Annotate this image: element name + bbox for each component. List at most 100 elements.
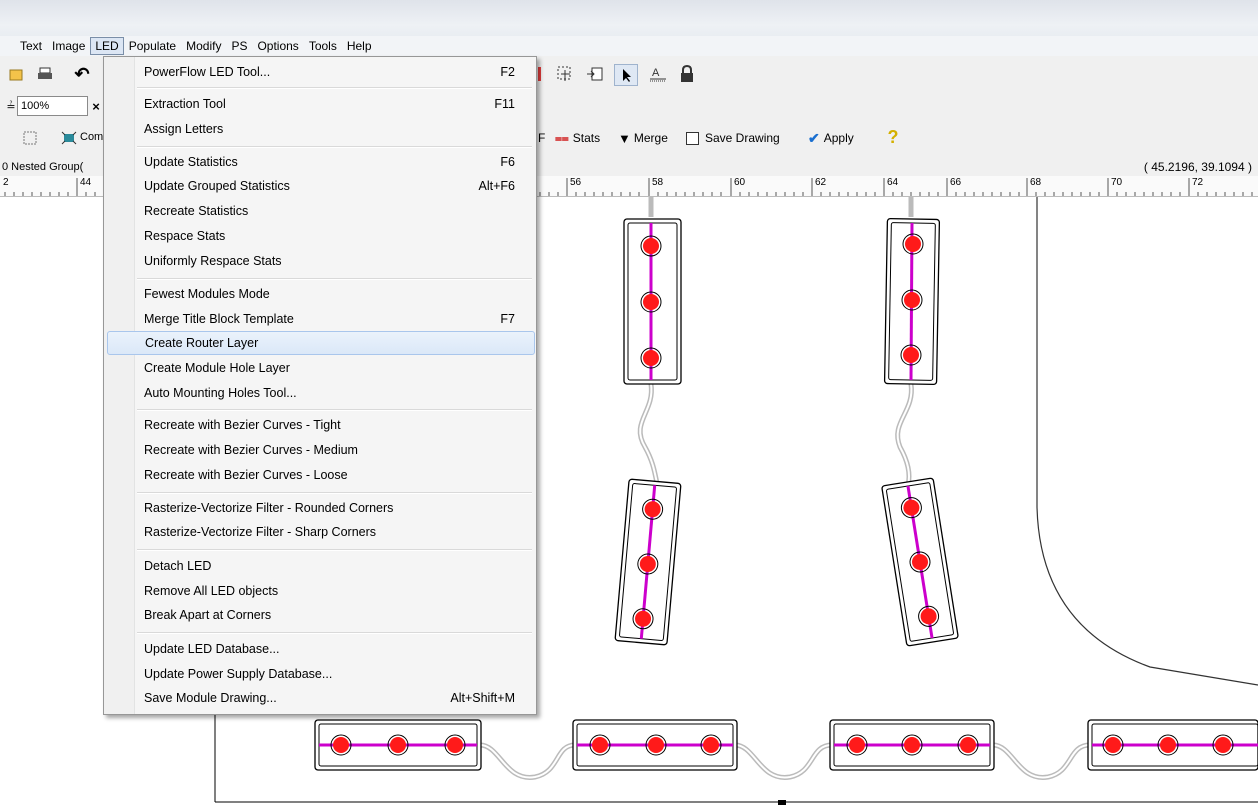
led-module xyxy=(1087,719,1258,771)
wire-connector xyxy=(992,742,1091,780)
ruler-label: 44 xyxy=(80,177,92,188)
menu-item-update-led-database[interactable]: Update LED Database... xyxy=(107,637,533,661)
wire-connector xyxy=(734,742,833,780)
menu-item-label: Rasterize-Vectorize Filter - Sharp Corne… xyxy=(144,525,377,539)
menu-item-update-power-supply-database[interactable]: Update Power Supply Database... xyxy=(107,662,533,686)
led-module xyxy=(614,478,682,646)
component-label: Com xyxy=(80,131,104,143)
menu-item-label: Update LED Database... xyxy=(144,642,280,656)
lock-icon[interactable] xyxy=(678,65,696,83)
menu-separator xyxy=(137,87,532,89)
menu-separator xyxy=(137,146,532,148)
menu-ps[interactable]: PS xyxy=(226,37,252,55)
led-module xyxy=(829,719,995,771)
red-tool-icon[interactable] xyxy=(537,66,543,82)
ruler-label: 72 xyxy=(1192,177,1204,188)
ruler-label: 56 xyxy=(570,177,582,188)
menu-item-label: Update Statistics xyxy=(144,155,238,169)
menu-item-label: Update Grouped Statistics xyxy=(144,179,290,193)
merge-button[interactable]: ▼ Merge xyxy=(618,129,668,147)
open-icon[interactable] xyxy=(8,66,24,82)
menu-item-auto-mounting-holes-tool[interactable]: Auto Mounting Holes Tool... xyxy=(107,381,533,405)
menu-item-rasterize-rounded[interactable]: Rasterize-Vectorize Filter - Rounded Cor… xyxy=(107,496,533,520)
menu-item-merge-title-block-template[interactable]: Merge Title Block Template F7 xyxy=(107,307,533,331)
menu-item-detach-led[interactable]: Detach LED xyxy=(107,554,533,578)
menu-image[interactable]: Image xyxy=(47,37,90,55)
menu-item-remove-all-led-objects[interactable]: Remove All LED objects xyxy=(107,579,533,603)
menu-item-label: Recreate with Bezier Curves - Loose xyxy=(144,468,348,482)
menu-item-uniformly-respace-stats[interactable]: Uniformly Respace Stats xyxy=(107,249,533,273)
zoom-input[interactable]: 100% xyxy=(17,96,88,116)
f-label: F xyxy=(538,131,546,145)
insert-point-icon[interactable] xyxy=(585,65,605,83)
menu-help[interactable]: Help xyxy=(342,37,377,55)
coordinate-readout: ( 45.2196, 39.1094 ) xyxy=(1143,160,1252,174)
menu-item-label: Update Power Supply Database... xyxy=(144,667,333,681)
undo-icon[interactable]: ↶ xyxy=(72,64,92,84)
menu-item-create-module-hole-layer[interactable]: Create Module Hole Layer xyxy=(107,356,533,380)
menu-item-assign-letters[interactable]: Assign Letters xyxy=(107,117,533,141)
menu-item-save-module-drawing[interactable]: Save Module Drawing... Alt+Shift+M xyxy=(107,686,533,710)
stats-label: Stats xyxy=(572,131,601,145)
pointer-tool-icon[interactable] xyxy=(614,64,638,86)
ruler-label: 66 xyxy=(950,177,962,188)
menu-item-label: Assign Letters xyxy=(144,122,224,136)
menu-bar: Text Image LED Populate Modify PS Option… xyxy=(0,36,1258,56)
letter-outline xyxy=(1036,197,1258,686)
close-zoom-icon[interactable]: × xyxy=(90,98,102,114)
help-icon[interactable]: ? xyxy=(885,127,901,147)
checkmark-icon: ✔ xyxy=(808,129,820,146)
menu-item-break-apart-at-corners[interactable]: Break Apart at Corners xyxy=(107,603,533,627)
menu-item-label: Uniformly Respace Stats xyxy=(144,254,282,268)
menu-item-label: Fewest Modules Mode xyxy=(144,287,270,301)
menu-options[interactable]: Options xyxy=(252,37,303,55)
menu-item-update-grouped-statistics[interactable]: Update Grouped Statistics Alt+F6 xyxy=(107,174,533,198)
stats-button[interactable]: ⩵ Stats xyxy=(555,129,600,147)
menu-modify[interactable]: Modify xyxy=(181,37,226,55)
menu-item-label: Remove All LED objects xyxy=(144,584,279,598)
menu-item-label: Recreate with Bezier Curves - Tight xyxy=(144,418,341,432)
nested-group-label: 0 Nested Group( xyxy=(2,161,84,173)
menu-item-label: Rasterize-Vectorize Filter - Rounded Cor… xyxy=(144,501,394,515)
ruler-label: 70 xyxy=(1111,177,1123,188)
checkbox-icon xyxy=(686,131,699,145)
menu-item-extraction-tool[interactable]: Extraction Tool F11 xyxy=(107,92,533,116)
menu-tools[interactable]: Tools xyxy=(304,37,342,55)
led-module xyxy=(314,719,482,771)
component-icon[interactable] xyxy=(60,130,78,146)
apply-button[interactable]: ✔ Apply xyxy=(808,129,854,147)
led-module xyxy=(572,719,738,771)
text-align-icon[interactable]: A xyxy=(648,65,668,83)
menu-item-rasterize-sharp[interactable]: Rasterize-Vectorize Filter - Sharp Corne… xyxy=(107,520,533,544)
menu-item-label: Break Apart at Corners xyxy=(144,608,272,622)
menu-separator xyxy=(137,549,532,551)
save-drawing-checkbox[interactable]: Save Drawing xyxy=(686,129,780,147)
wire-connector xyxy=(479,742,576,780)
menu-item-update-statistics[interactable]: Update Statistics F6 xyxy=(107,150,533,174)
menu-item-respace-stats[interactable]: Respace Stats xyxy=(107,224,533,248)
menu-text[interactable]: Text xyxy=(0,37,47,55)
menu-led[interactable]: LED xyxy=(90,37,124,55)
grid-icon[interactable] xyxy=(22,130,38,146)
menu-item-bezier-loose[interactable]: Recreate with Bezier Curves - Loose xyxy=(107,463,533,487)
select-nodes-icon[interactable] xyxy=(555,65,575,83)
menu-item-label: Merge Title Block Template xyxy=(144,312,294,326)
menu-item-bezier-tight[interactable]: Recreate with Bezier Curves - Tight xyxy=(107,413,533,437)
menu-populate[interactable]: Populate xyxy=(124,37,181,55)
menu-item-recreate-statistics[interactable]: Recreate Statistics xyxy=(107,199,533,223)
menu-separator xyxy=(137,409,532,411)
title-bar xyxy=(0,0,1258,36)
menu-item-powerflow-led-tool[interactable]: PowerFlow LED Tool... F2 xyxy=(107,60,533,84)
menu-item-fewest-modules-mode[interactable]: Fewest Modules Mode xyxy=(107,282,533,306)
ruler-label: 64 xyxy=(887,177,899,188)
menu-item-create-router-layer[interactable]: Create Router Layer xyxy=(107,331,535,355)
menu-item-label: Recreate Statistics xyxy=(144,204,249,218)
led-dropdown-menu: PowerFlow LED Tool... F2 Extraction Tool… xyxy=(103,56,537,715)
menu-item-shortcut: F6 xyxy=(500,155,515,169)
menu-item-label: Detach LED xyxy=(144,559,212,573)
print-icon[interactable] xyxy=(36,66,54,82)
menu-item-label: Auto Mounting Holes Tool... xyxy=(144,386,297,400)
menu-item-bezier-medium[interactable]: Recreate with Bezier Curves - Medium xyxy=(107,438,533,462)
menu-item-shortcut: F7 xyxy=(500,312,515,326)
menu-item-label: Extraction Tool xyxy=(144,97,226,111)
